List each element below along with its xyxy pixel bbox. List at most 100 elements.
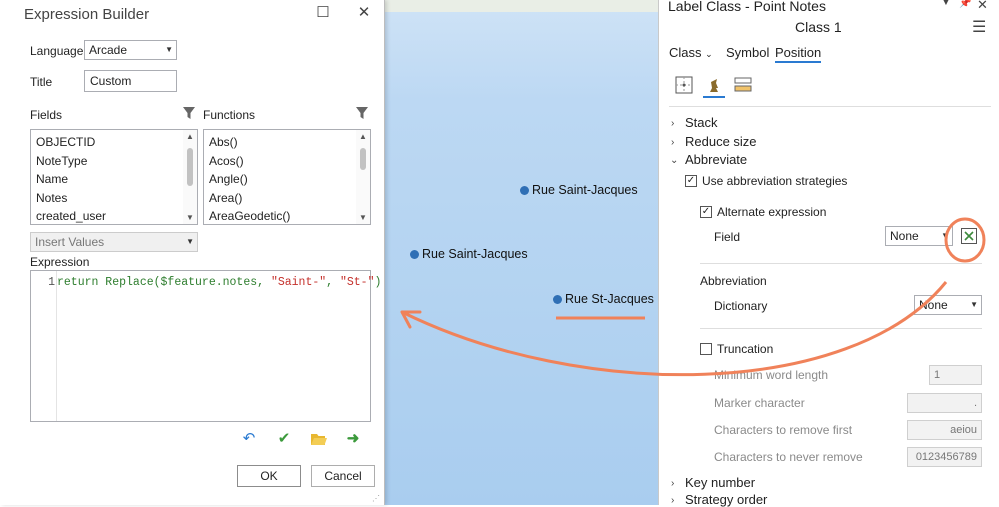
section-abbreviate[interactable]: Abbreviate	[685, 152, 747, 167]
functions-list[interactable]: Abs() Acos() Angle() Area() AreaGeodetic…	[203, 129, 371, 225]
truncation-checkbox[interactable]	[700, 343, 712, 355]
divider	[669, 106, 991, 107]
map-view[interactable]: Rue Saint-Jacques Rue Saint-Jacques Rue …	[384, 0, 658, 505]
map-point-label[interactable]: Rue Saint-Jacques	[410, 247, 528, 261]
abbreviation-label: Abbreviation	[700, 274, 767, 288]
scrollbar[interactable]: ▲ ▼	[183, 130, 197, 224]
chevron-right-icon[interactable]: ›	[671, 478, 674, 489]
code-text: )	[374, 276, 382, 289]
list-item[interactable]: Notes	[31, 189, 197, 208]
insert-values-placeholder: Insert Values	[35, 235, 105, 249]
chevron-right-icon[interactable]: ›	[671, 118, 674, 129]
chevron-up-icon[interactable]: ▲	[359, 132, 367, 141]
tab-symbol[interactable]: Symbol	[726, 45, 769, 60]
language-dropdown[interactable]: Arcade ▼	[84, 40, 177, 60]
chevron-down-icon[interactable]: ▼	[186, 213, 194, 222]
chars-remove-first-label: Characters to remove first	[714, 423, 853, 437]
language-value: Arcade	[89, 43, 128, 57]
alternate-expression-label: Alternate expression	[717, 205, 827, 219]
scrollbar[interactable]: ▲ ▼	[356, 130, 370, 224]
list-item[interactable]: created_user	[31, 207, 197, 224]
map-point-label[interactable]: Rue Saint-Jacques	[520, 183, 638, 197]
pane-title: Label Class - Point Notes	[668, 0, 826, 14]
min-word-length-stepper: 1	[929, 365, 982, 385]
alternate-expression-checkbox[interactable]: ✓	[700, 206, 712, 218]
min-word-length-value: 1	[934, 369, 941, 381]
list-item[interactable]: Area()	[204, 189, 370, 208]
arrow-right-icon[interactable]: ➜	[344, 430, 362, 448]
dictionary-label: Dictionary	[714, 299, 768, 313]
divider	[700, 328, 982, 329]
maximize-icon[interactable]: ☐	[313, 4, 333, 22]
section-stack[interactable]: Stack	[685, 115, 718, 130]
code-string: "St-"	[339, 276, 375, 289]
close-icon[interactable]: ✕	[354, 4, 374, 22]
open-folder-icon[interactable]	[310, 430, 328, 448]
point-symbol	[553, 294, 562, 304]
chevron-down-icon[interactable]: ⌄	[670, 155, 678, 166]
dialog-title: Expression Builder	[24, 6, 150, 23]
expression-label: Expression	[30, 255, 90, 269]
point-symbol	[520, 185, 529, 195]
chevron-down-icon: ▼	[186, 237, 194, 246]
dictionary-dropdown[interactable]: None ▼	[914, 295, 982, 315]
expression-editor[interactable]: 1 return Replace($feature.notes, "Saint-…	[30, 270, 381, 422]
list-item[interactable]: Angle()	[204, 170, 370, 189]
tab-class[interactable]: Class ⌄	[669, 45, 713, 60]
dictionary-value: None	[919, 298, 948, 312]
class-name: Class 1	[795, 19, 842, 35]
chevron-down-icon: ▼	[165, 45, 173, 54]
title-label: Title	[30, 75, 53, 89]
chevron-down-icon[interactable]: ▼	[359, 213, 367, 222]
scroll-thumb[interactable]	[187, 148, 193, 186]
title-input[interactable]: Custom	[84, 70, 177, 92]
close-icon[interactable]: ✕	[977, 0, 988, 13]
marker-character-input: .	[907, 393, 982, 413]
section-key-number[interactable]: Key number	[685, 475, 755, 490]
cancel-button[interactable]: Cancel	[311, 465, 375, 487]
ok-button[interactable]: OK	[237, 465, 301, 487]
list-item[interactable]: Name	[31, 170, 197, 189]
field-dropdown[interactable]: None ▼	[885, 226, 953, 246]
gutter-divider	[56, 271, 57, 421]
list-item[interactable]: Acos()	[204, 152, 370, 171]
scroll-thumb[interactable]	[360, 148, 366, 170]
use-abbreviation-checkbox[interactable]: ✓	[685, 175, 697, 187]
menu-icon[interactable]: ☰	[972, 17, 986, 37]
language-label: Language	[30, 44, 84, 58]
expression-builder-icon[interactable]	[960, 227, 978, 245]
filter-icon[interactable]	[355, 106, 369, 120]
chevron-down-icon[interactable]: ▼	[941, 0, 951, 8]
field-value: None	[890, 229, 919, 243]
land-area	[384, 0, 658, 12]
map-point-label[interactable]: Rue St-Jacques	[553, 292, 654, 306]
tab-label: Class	[669, 45, 702, 60]
tab-position[interactable]: Position	[775, 45, 822, 63]
chevron-up-icon[interactable]: ▲	[186, 132, 194, 141]
fields-list[interactable]: OBJECTID NoteType Name Notes created_use…	[30, 129, 198, 225]
conflict-resolution-icon[interactable]	[703, 74, 725, 98]
chevron-right-icon[interactable]: ›	[671, 495, 674, 506]
line-number: 1	[48, 276, 55, 289]
placement-grid-icon[interactable]	[673, 74, 695, 96]
code-line[interactable]: return Replace($feature.notes, "Saint-",…	[57, 276, 381, 289]
undo-icon[interactable]: ↶	[240, 430, 258, 448]
list-item[interactable]: AreaGeodetic()	[204, 207, 370, 224]
code-string: "Saint-"	[270, 276, 327, 289]
list-item[interactable]: NoteType	[31, 152, 197, 171]
label-offset-icon[interactable]	[732, 74, 754, 96]
chevron-down-icon: ⌄	[705, 49, 713, 59]
chars-remove-first-input: aeiou	[907, 420, 982, 440]
list-item[interactable]: OBJECTID	[31, 133, 197, 152]
resize-grip-icon[interactable]: ⋰	[372, 494, 380, 503]
verify-check-icon[interactable]: ✔	[275, 430, 293, 448]
chars-never-remove-input: 0123456789	[907, 447, 982, 467]
list-item[interactable]: Abs()	[204, 133, 370, 152]
min-word-length-label: Minimum word length	[714, 368, 829, 382]
code-text: ,	[326, 276, 340, 289]
functions-label: Functions	[203, 108, 256, 122]
filter-icon[interactable]	[182, 106, 196, 120]
section-reduce-size[interactable]: Reduce size	[685, 134, 757, 149]
chevron-right-icon[interactable]: ›	[671, 137, 674, 148]
pin-icon[interactable]: 📌	[959, 0, 971, 9]
